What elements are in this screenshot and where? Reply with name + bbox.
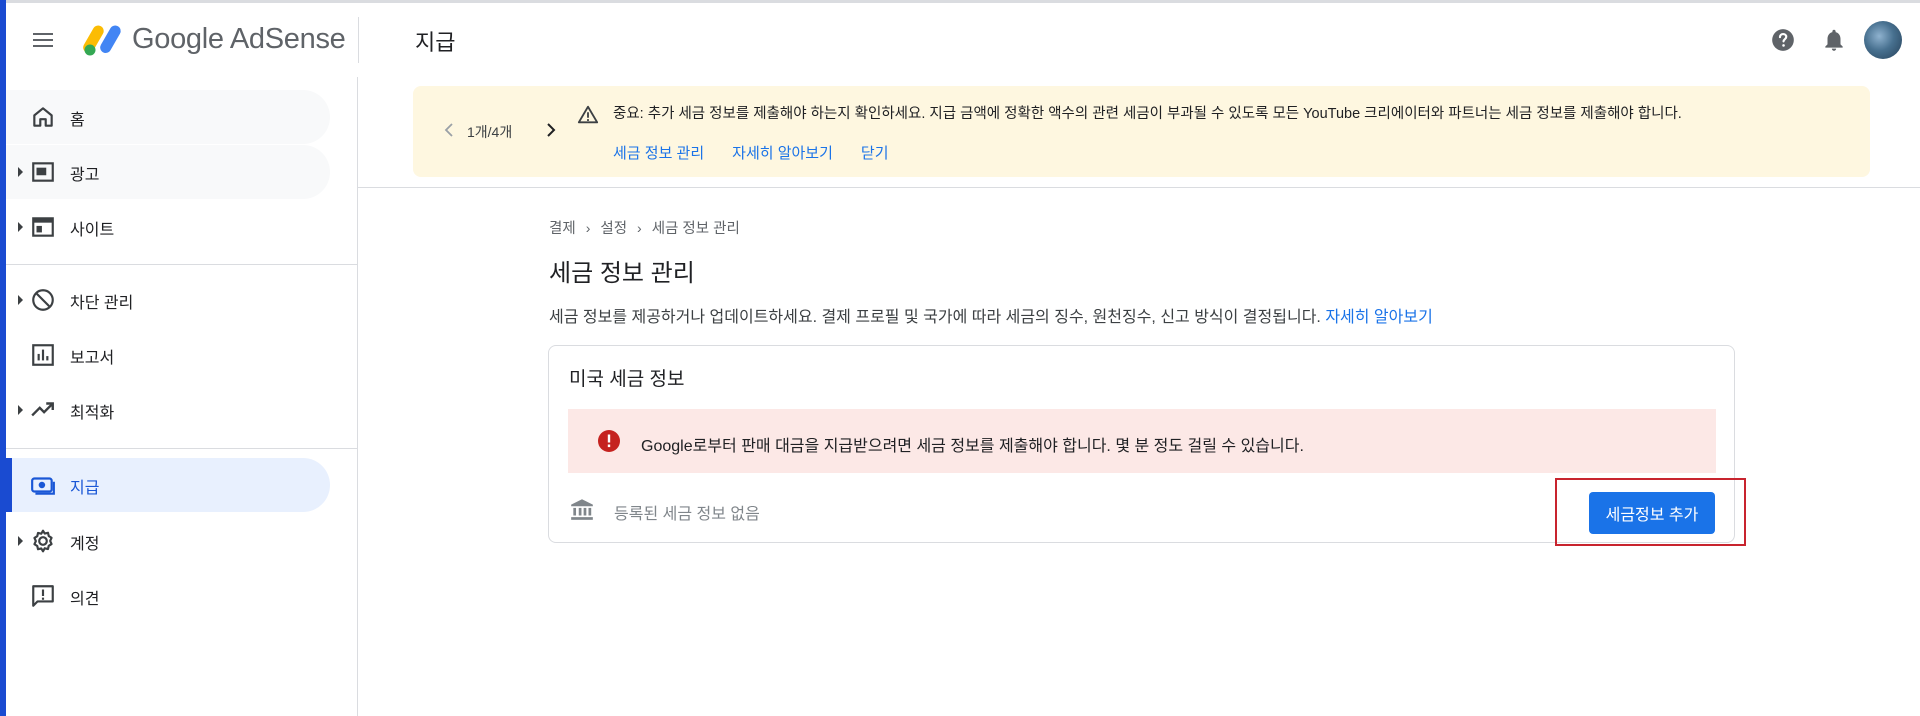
breadcrumb-payments[interactable]: 결제 [549,217,576,238]
sidebar-item-label: 사이트 [70,222,115,239]
header-divider [358,17,359,63]
expand-caret-icon [18,295,23,305]
sidebar-item-label: 광고 [70,167,100,184]
warning-icon [577,105,599,124]
sidebar-item-label: 차단 관리 [70,295,134,312]
manage-tax-info-link[interactable]: 세금 정보 관리 [613,142,704,163]
sites-icon [32,217,54,237]
chevron-right-icon[interactable] [541,120,561,140]
help-icon[interactable] [1770,27,1796,53]
optimization-icon [31,402,54,417]
card-title: 미국 세금 정보 [569,369,685,390]
notifications-icon[interactable] [1821,27,1847,53]
ads-icon [32,162,54,182]
sidebar-divider [6,264,358,265]
banner-links: 세금 정보 관리 자세히 알아보기 닫기 [613,142,889,163]
sidebar-item-home[interactable]: 홈 [6,90,330,144]
expand-caret-icon [18,536,23,546]
gear-icon [33,529,53,553]
avatar[interactable] [1864,21,1902,59]
sidebar-item-account[interactable]: 계정 [6,514,330,568]
breadcrumb-settings[interactable]: 설정 [600,217,627,238]
sidebar-item-label: 계정 [70,536,100,553]
sidebar-item-optimization[interactable]: 최적화 [6,383,330,437]
brand-name: Google AdSense [132,23,346,55]
section-description: 세금 정보를 제공하거나 업데이트하세요. 결제 프로필 및 국가에 따라 세금… [549,303,1433,327]
expand-caret-icon [18,222,23,232]
expand-caret-icon [18,405,23,415]
chevron-right-icon: › [637,219,642,236]
menu-icon[interactable] [28,25,58,55]
banner-message: 중요: 추가 세금 정보를 제출해야 하는지 확인하세요. 지급 금액에 정확한… [613,106,1682,122]
sidebar-divider [6,448,358,449]
page-title: 지급 [415,30,456,55]
breadcrumb-current: 세금 정보 관리 [651,221,740,237]
sidebar-item-label: 홈 [70,112,85,129]
home-icon [33,107,53,127]
sidebar-item-reports[interactable]: 보고서 [6,328,330,382]
sidebar-item-sites[interactable]: 사이트 [6,200,330,254]
description-learn-more-link[interactable]: 자세히 알아보기 [1325,309,1433,326]
banner-pager: 1개/4개 [467,124,513,140]
section-title: 세금 정보 관리 [549,260,695,287]
chevron-left-icon[interactable] [439,120,459,140]
sidebar-item-feedback[interactable]: 의견 [6,569,330,623]
adsense-logo-icon [83,25,121,56]
sidebar-item-label: 의견 [70,591,100,608]
content-divider [358,187,1920,188]
sidebar-item-ads[interactable]: 광고 [6,145,330,199]
chevron-right-icon: › [585,219,591,236]
empty-state-text: 등록된 세금 정보 없음 [614,506,760,523]
sidebar: 홈 광고 사이트 차단 관리 보고서 최적화 지급 계정 의견 [6,77,358,716]
notice-banner: 1개/4개 중요: 추가 세금 정보를 제출해야 하는지 확인하세요. 지급 금… [413,86,1870,177]
error-icon [598,430,620,452]
block-icon [32,289,54,311]
payments-icon [31,477,55,495]
sidebar-item-label: 보고서 [70,350,115,367]
sidebar-item-payments[interactable]: 지급 [6,458,330,512]
app-header: Google AdSense 지급 [6,3,1920,76]
sidebar-item-label: 최적화 [70,405,115,422]
sidebar-item-blocking[interactable]: 차단 관리 [6,273,330,327]
error-alert: Google로부터 판매 대금을 지급받으려면 세금 정보를 제출해야 합니다.… [568,409,1716,473]
add-tax-info-button[interactable]: 세금정보 추가 [1589,492,1715,534]
learn-more-link[interactable]: 자세히 알아보기 [732,142,833,163]
bank-icon [571,499,593,520]
expand-caret-icon [18,167,23,177]
dismiss-link[interactable]: 닫기 [861,142,889,163]
description-text: 세금 정보를 제공하거나 업데이트하세요. 결제 프로필 및 국가에 따라 세금… [549,309,1321,326]
breadcrumb: 결제 › 설정 › 세금 정보 관리 [549,217,740,238]
reports-icon [32,344,54,366]
feedback-icon [32,585,54,607]
sidebar-item-label: 지급 [70,480,100,497]
error-message: Google로부터 판매 대금을 지급받으려면 세금 정보를 제출해야 합니다.… [641,438,1304,455]
